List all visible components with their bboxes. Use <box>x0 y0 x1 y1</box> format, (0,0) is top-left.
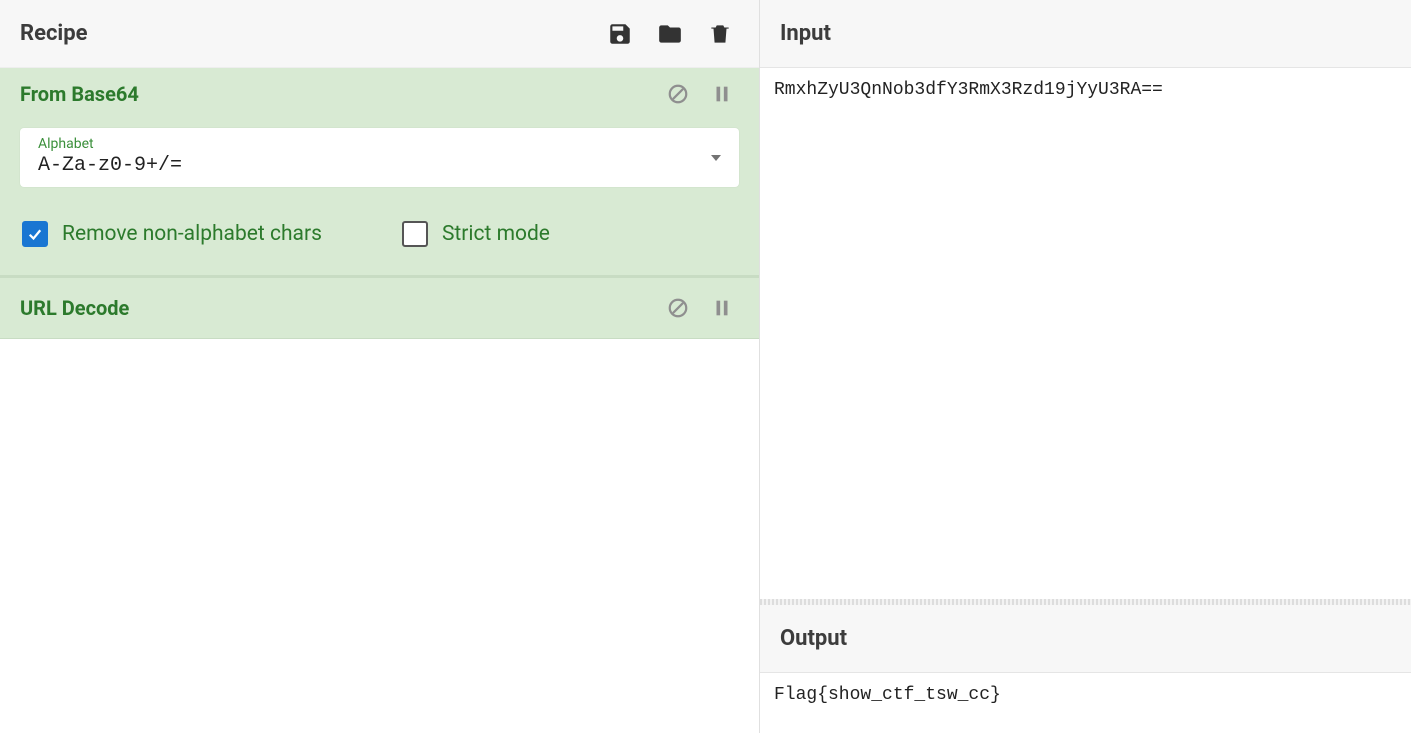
strict-mode-checkbox[interactable]: Strict mode <box>402 221 550 247</box>
pause-icon[interactable] <box>711 83 733 105</box>
operation-url-decode[interactable]: URL Decode <box>0 278 759 339</box>
input-block: Input RmxhZyU3QnNob3dfY3RmX3Rzd19jYyU3RA… <box>760 0 1411 599</box>
folder-icon[interactable] <box>657 21 683 47</box>
alphabet-label: Alphabet <box>38 136 725 152</box>
alphabet-value: A-Za-z0-9+/= <box>38 154 725 177</box>
operation-body: Alphabet A-Za-z0-9+/= Remove non-alphabe… <box>0 116 759 275</box>
output-text[interactable]: Flag{show_ctf_tsw_cc} <box>760 673 1411 733</box>
recipe-header: Recipe <box>0 0 759 68</box>
disable-icon[interactable] <box>667 297 689 319</box>
input-title: Input <box>780 21 831 46</box>
operation-from-base64[interactable]: From Base64 Alphabet A-Za-z0-9+/= <box>0 68 759 278</box>
operation-header: URL Decode <box>0 278 759 338</box>
input-header: Input <box>760 0 1411 68</box>
pause-icon[interactable] <box>711 297 733 319</box>
recipe-panel: Recipe From Base64 <box>0 0 760 733</box>
operation-header: From Base64 <box>0 68 759 116</box>
io-panel: Input RmxhZyU3QnNob3dfY3RmX3Rzd19jYyU3RA… <box>760 0 1411 733</box>
remove-non-alphabet-checkbox[interactable]: Remove non-alphabet chars <box>22 221 322 247</box>
operation-name: URL Decode <box>20 296 667 320</box>
checkbox-checked-icon <box>22 221 48 247</box>
output-header: Output <box>760 605 1411 673</box>
output-title: Output <box>780 626 847 651</box>
recipe-toolbar <box>607 21 739 47</box>
save-icon[interactable] <box>607 21 633 47</box>
disable-icon[interactable] <box>667 83 689 105</box>
output-block: Output Flag{show_ctf_tsw_cc} <box>760 605 1411 733</box>
recipe-title: Recipe <box>20 21 607 46</box>
remove-non-alphabet-label: Remove non-alphabet chars <box>62 222 322 246</box>
operation-name: From Base64 <box>20 82 667 106</box>
alphabet-dropdown[interactable]: Alphabet A-Za-z0-9+/= <box>20 128 739 187</box>
chevron-down-icon <box>711 155 721 161</box>
strict-mode-label: Strict mode <box>442 222 550 246</box>
checkbox-unchecked-icon <box>402 221 428 247</box>
input-textarea[interactable]: RmxhZyU3QnNob3dfY3RmX3Rzd19jYyU3RA== <box>760 68 1411 599</box>
trash-icon[interactable] <box>707 21 733 47</box>
